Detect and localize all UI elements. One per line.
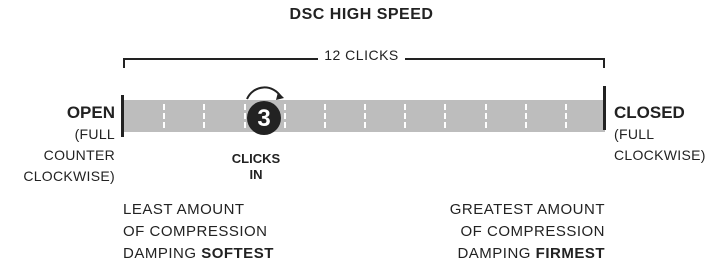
closed-sub-line-1: (FULL [614, 126, 655, 142]
softest-line-2: OF COMPRESSION [123, 223, 268, 240]
click-divider [203, 104, 205, 128]
clockwise-arrow-icon [246, 86, 282, 100]
closed-heading: CLOSED [614, 103, 685, 122]
click-divider [364, 104, 366, 128]
diagram-title: DSC HIGH SPEED [289, 6, 434, 23]
open-sub-line-1: (FULL [74, 126, 115, 142]
adjustment-bar [123, 100, 605, 132]
firmest-line-1: GREATEST AMOUNT [449, 201, 605, 218]
softest-description: LEAST AMOUNT OF COMPRESSION DAMPING SOFT… [123, 199, 274, 265]
firmest-description: GREATEST AMOUNT OF COMPRESSION DAMPING F… [450, 199, 605, 265]
firmest-emphasis: FIRMEST [535, 245, 605, 262]
closed-subtext: (FULL CLOCKWISE) [614, 124, 706, 166]
click-divider [525, 104, 527, 128]
closed-sub-line-2: CLOCKWISE) [614, 147, 706, 163]
click-divider [565, 104, 567, 128]
open-sub-line-2: COUNTER [43, 147, 115, 163]
softest-line-3: DAMPING SOFTEST [123, 243, 274, 265]
open-subtext: (FULL COUNTER CLOCKWISE) [23, 124, 115, 187]
firmest-line-3-prefix: DAMPING [457, 245, 536, 262]
firmest-line-2: OF COMPRESSION [460, 223, 605, 240]
softest-emphasis: SOFTEST [201, 245, 274, 262]
setting-number: 3 [257, 105, 270, 132]
click-divider [485, 104, 487, 128]
setting-marker: 3 [246, 86, 284, 135]
click-divider [324, 104, 326, 128]
firmest-line-3: DAMPING FIRMEST [450, 243, 605, 265]
clicks-in-line-1: CLICKS [231, 151, 281, 166]
click-divider [404, 104, 406, 128]
softest-line-1: LEAST AMOUNT [123, 201, 245, 218]
range-label-text: 12 CLICKS [318, 47, 405, 63]
softest-line-3-prefix: DAMPING [123, 245, 202, 262]
click-divider [163, 104, 165, 128]
clicks-in-line-2: IN [249, 167, 263, 182]
open-sub-line-3: CLOCKWISE) [23, 168, 115, 184]
open-end-cap [121, 95, 124, 137]
clicks-in-label: CLICKS IN [224, 151, 288, 183]
click-divider [444, 104, 446, 128]
range-label: 12 CLICKS [0, 47, 723, 63]
closed-end-cap [603, 86, 606, 130]
open-heading: OPEN [66, 103, 115, 122]
